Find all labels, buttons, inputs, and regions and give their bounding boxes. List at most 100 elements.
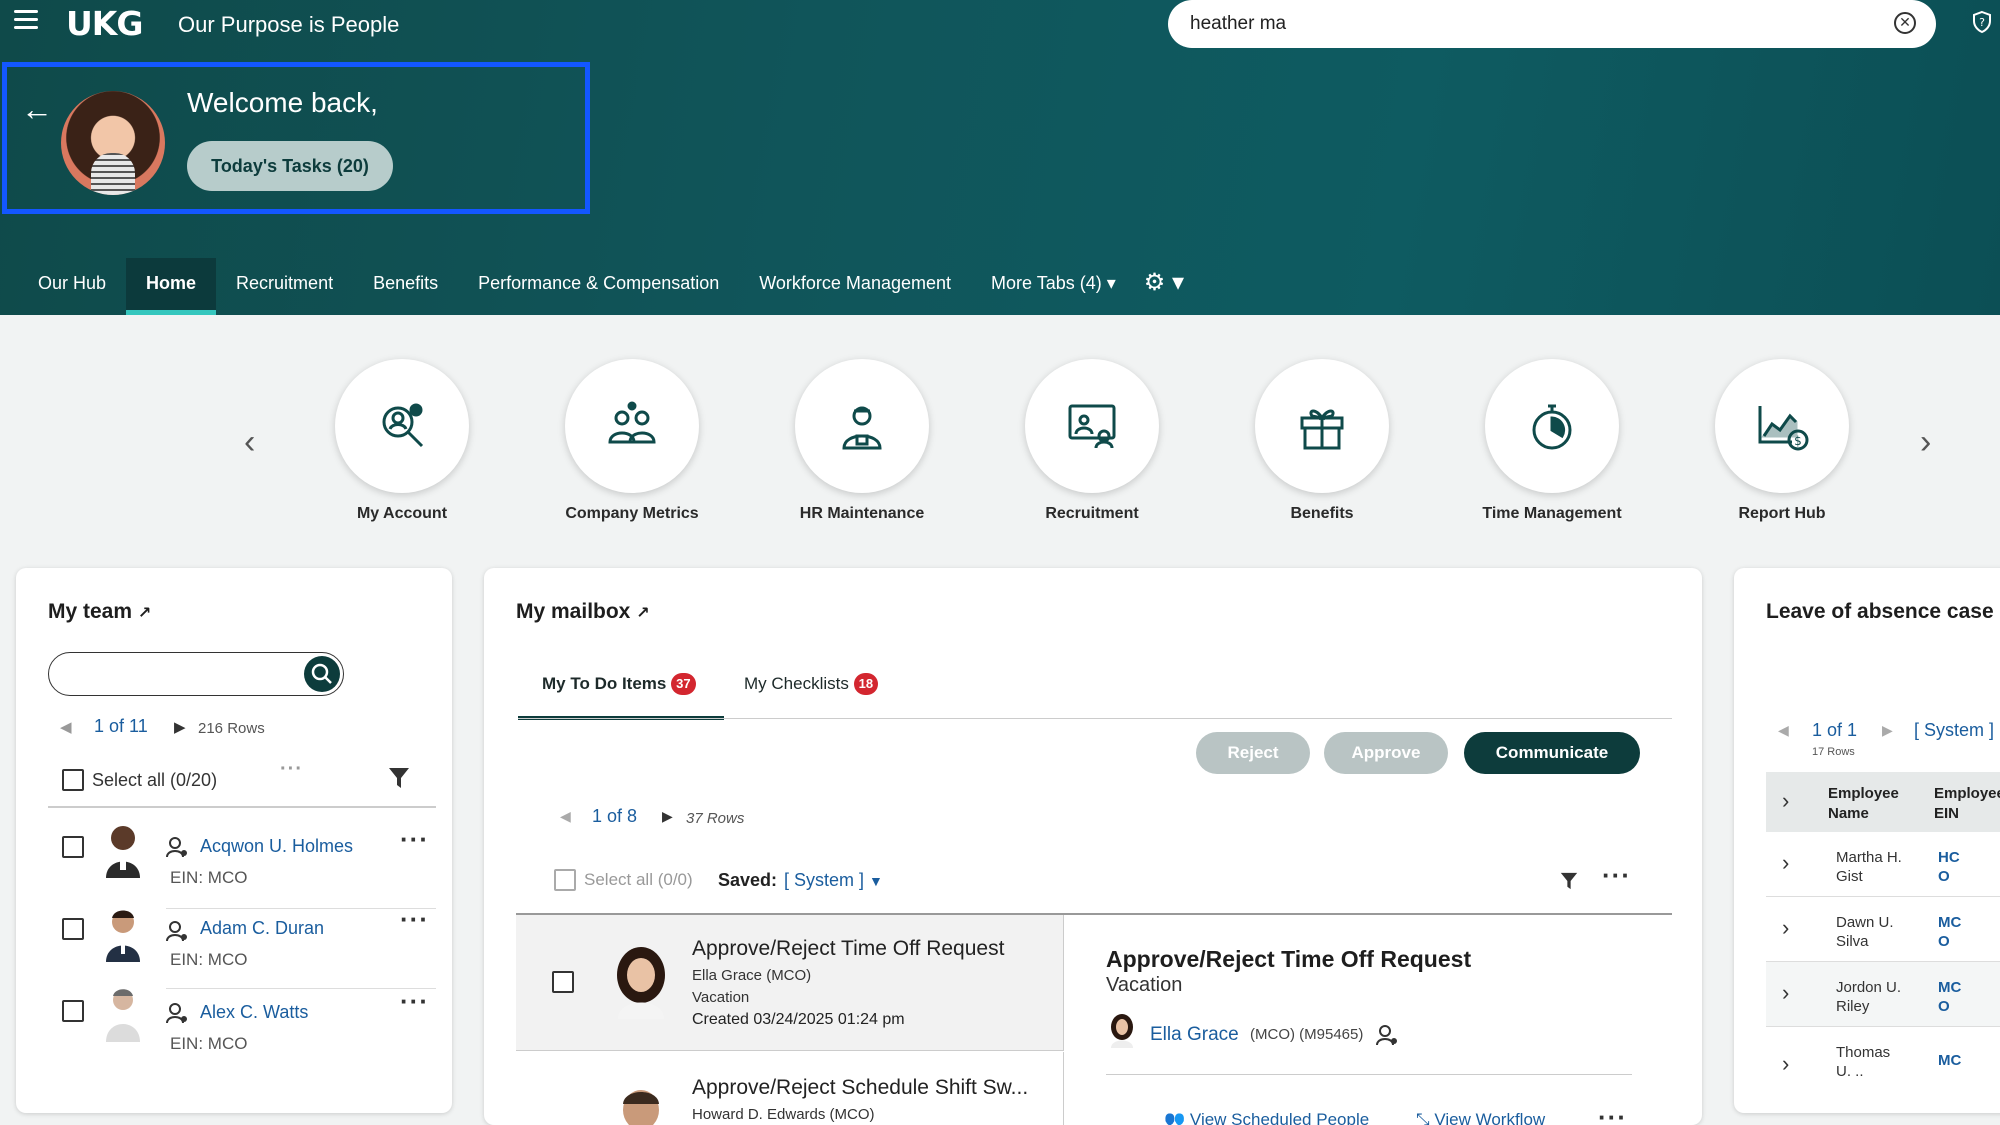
quick-link-label: HR Maintenance	[799, 505, 925, 522]
tagline: Our Purpose is People	[178, 12, 400, 37]
app-header: UKG Our Purpose is People ✕ ? ← Welcome …	[0, 0, 2000, 315]
more-options-icon[interactable]: ···	[400, 986, 429, 1017]
chevron-right-icon[interactable]: ›	[1782, 980, 1789, 1006]
quick-link-time-management[interactable]: Time Management	[1452, 359, 1652, 523]
person-icon	[166, 836, 188, 858]
tab-performance-compensation[interactable]: Performance & Compensation	[458, 258, 739, 315]
chevron-right-icon[interactable]: ›	[1782, 788, 1789, 814]
avatar	[610, 945, 672, 1019]
tab-my-checklists[interactable]: My Checklists 18	[724, 666, 924, 720]
person-icon	[166, 1002, 188, 1024]
more-options-icon[interactable]: ···	[280, 758, 303, 781]
my-team-title[interactable]: My team ↗	[48, 600, 151, 624]
detail-person-meta: (MCO) (M95465)	[1250, 1026, 1364, 1043]
quick-link-recruitment[interactable]: Recruitment	[992, 359, 1192, 523]
chevron-right-icon[interactable]: ▶	[1882, 722, 1893, 739]
tab-more-tabs[interactable]: More Tabs (4) ▾	[971, 258, 1136, 315]
svg-text:$: $	[1794, 434, 1802, 448]
select-all-checkbox[interactable]	[62, 769, 84, 791]
help-icon[interactable]: ?	[1970, 10, 1994, 34]
chevron-left-icon[interactable]: ‹	[244, 423, 255, 462]
team-member-name[interactable]: Acqwon U. Holmes	[200, 836, 353, 857]
row-checkbox[interactable]	[62, 1000, 84, 1022]
item-person: Howard D. Edwards (MCO)	[692, 1106, 875, 1123]
tab-home[interactable]: Home	[126, 258, 217, 315]
chevron-right-icon[interactable]: ›	[1782, 850, 1789, 876]
chevron-right-icon[interactable]: ›	[1782, 915, 1789, 941]
table-row[interactable]: › Martha H. Gist HC O	[1766, 832, 2000, 897]
chevron-left-icon[interactable]: ◀	[1778, 722, 1789, 739]
mailbox-list-item[interactable]: Approve/Reject Schedule Shift Sw... Howa…	[516, 1052, 1064, 1125]
quick-links: ‹ My Account Company Metrics HR Maintena…	[0, 315, 2000, 555]
quick-link-company-metrics[interactable]: Company Metrics	[532, 359, 732, 523]
search-icon[interactable]	[304, 656, 340, 692]
gift-icon	[1255, 359, 1389, 493]
gear-icon[interactable]: ⚙ ▾	[1136, 258, 1192, 315]
filter-icon[interactable]	[388, 766, 410, 790]
global-search[interactable]: ✕	[1168, 0, 1936, 48]
table-row[interactable]: › Jordon U. Riley MC O	[1766, 962, 2000, 1027]
team-member-row[interactable]: Adam C. Duran ··· EIN: MCO	[16, 896, 452, 976]
more-options-icon[interactable]: ···	[1602, 860, 1631, 891]
quick-link-report-hub[interactable]: $ Report Hub	[1682, 359, 1882, 523]
approve-button[interactable]: Approve	[1324, 732, 1448, 774]
my-mailbox-title[interactable]: My mailbox ↗	[516, 600, 650, 624]
welcome-panel: ← Welcome back, Today's Tasks (20)	[2, 62, 590, 214]
tab-recruitment[interactable]: Recruitment	[216, 258, 353, 315]
close-icon[interactable]: ✕	[1894, 12, 1916, 34]
team-member-name[interactable]: Alex C. Watts	[200, 1002, 308, 1023]
more-options-icon[interactable]: ···	[400, 904, 429, 935]
row-checkbox[interactable]	[62, 918, 84, 940]
more-options-icon[interactable]: ···	[1598, 1102, 1627, 1125]
quick-link-label: Company Metrics	[565, 505, 699, 522]
worker-icon	[795, 359, 929, 493]
communicate-button[interactable]: Communicate	[1464, 732, 1640, 774]
chevron-left-icon[interactable]: ◀	[60, 718, 72, 736]
team-member-ein: EIN: MCO	[170, 1034, 248, 1053]
quick-link-hr-maintenance[interactable]: HR Maintenance	[762, 359, 962, 523]
column-header[interactable]: Employee EIN	[1934, 784, 2000, 824]
back-arrow-icon[interactable]: ←	[21, 91, 53, 128]
chevron-left-icon[interactable]: ◀	[560, 808, 571, 825]
quick-link-benefits[interactable]: Benefits	[1222, 359, 1422, 523]
column-header[interactable]: Employee Name	[1828, 784, 1908, 824]
tab-my-to-do-items[interactable]: My To Do Items 37	[518, 666, 724, 720]
table-row[interactable]: › Thomas U. .. MC	[1766, 1027, 2000, 1089]
saved-view-dropdown[interactable]: [ System ] ▼	[784, 870, 883, 891]
reject-button[interactable]: Reject	[1196, 732, 1310, 774]
detail-person-link[interactable]: Ella Grace	[1150, 1024, 1239, 1046]
tab-our-hub[interactable]: Our Hub	[18, 258, 126, 315]
quick-link-my-account[interactable]: My Account	[302, 359, 502, 523]
team-member-row[interactable]: Alex C. Watts ··· EIN: MCO	[16, 976, 452, 1056]
leave-pager[interactable]: 1 of 1	[1812, 720, 1857, 741]
team-member-row[interactable]: Acqwon U. Holmes ··· EIN: MCO	[16, 816, 452, 896]
select-all-checkbox[interactable]	[554, 869, 576, 891]
menu-icon[interactable]	[14, 10, 38, 34]
todays-tasks-button[interactable]: Today's Tasks (20)	[187, 141, 393, 191]
team-member-name[interactable]: Adam C. Duran	[200, 918, 324, 939]
tab-benefits[interactable]: Benefits	[353, 258, 458, 315]
main-tabs: Our Hub Home Recruitment Benefits Perfor…	[18, 258, 1192, 315]
more-options-icon[interactable]: ···	[400, 824, 429, 855]
view-scheduled-people-link[interactable]: 👥 View Scheduled People	[1164, 1110, 1369, 1125]
team-pager[interactable]: 1 of 11	[94, 716, 148, 737]
table-row[interactable]: › Dawn U. Silva MC O	[1766, 897, 2000, 962]
row-checkbox[interactable]	[62, 836, 84, 858]
item-created: Created 03/24/2025 01:24 pm	[692, 1011, 905, 1028]
chevron-right-icon[interactable]: ›	[1782, 1051, 1789, 1077]
team-search-input[interactable]	[48, 652, 344, 696]
chevron-right-icon[interactable]: ›	[1920, 423, 1931, 462]
chevron-right-icon[interactable]: ▶	[174, 718, 186, 736]
tab-workforce-management[interactable]: Workforce Management	[739, 258, 971, 315]
filter-icon[interactable]	[1560, 871, 1578, 891]
search-input[interactable]	[1190, 10, 1850, 38]
item-person: Ella Grace (MCO)	[692, 967, 812, 984]
row-checkbox[interactable]	[552, 971, 574, 993]
person-icon[interactable]	[1376, 1024, 1398, 1046]
leave-card-title[interactable]: Leave of absence case	[1766, 600, 1994, 624]
view-workflow-link[interactable]: ⤡ View Workflow	[1416, 1110, 1545, 1125]
mailbox-pager[interactable]: 1 of 8	[592, 806, 637, 827]
mailbox-list-item[interactable]: Approve/Reject Time Off Request Ella Gra…	[516, 915, 1064, 1051]
chevron-right-icon[interactable]: ▶	[662, 808, 673, 825]
leave-saved-view[interactable]: [ System ]	[1914, 720, 1994, 741]
